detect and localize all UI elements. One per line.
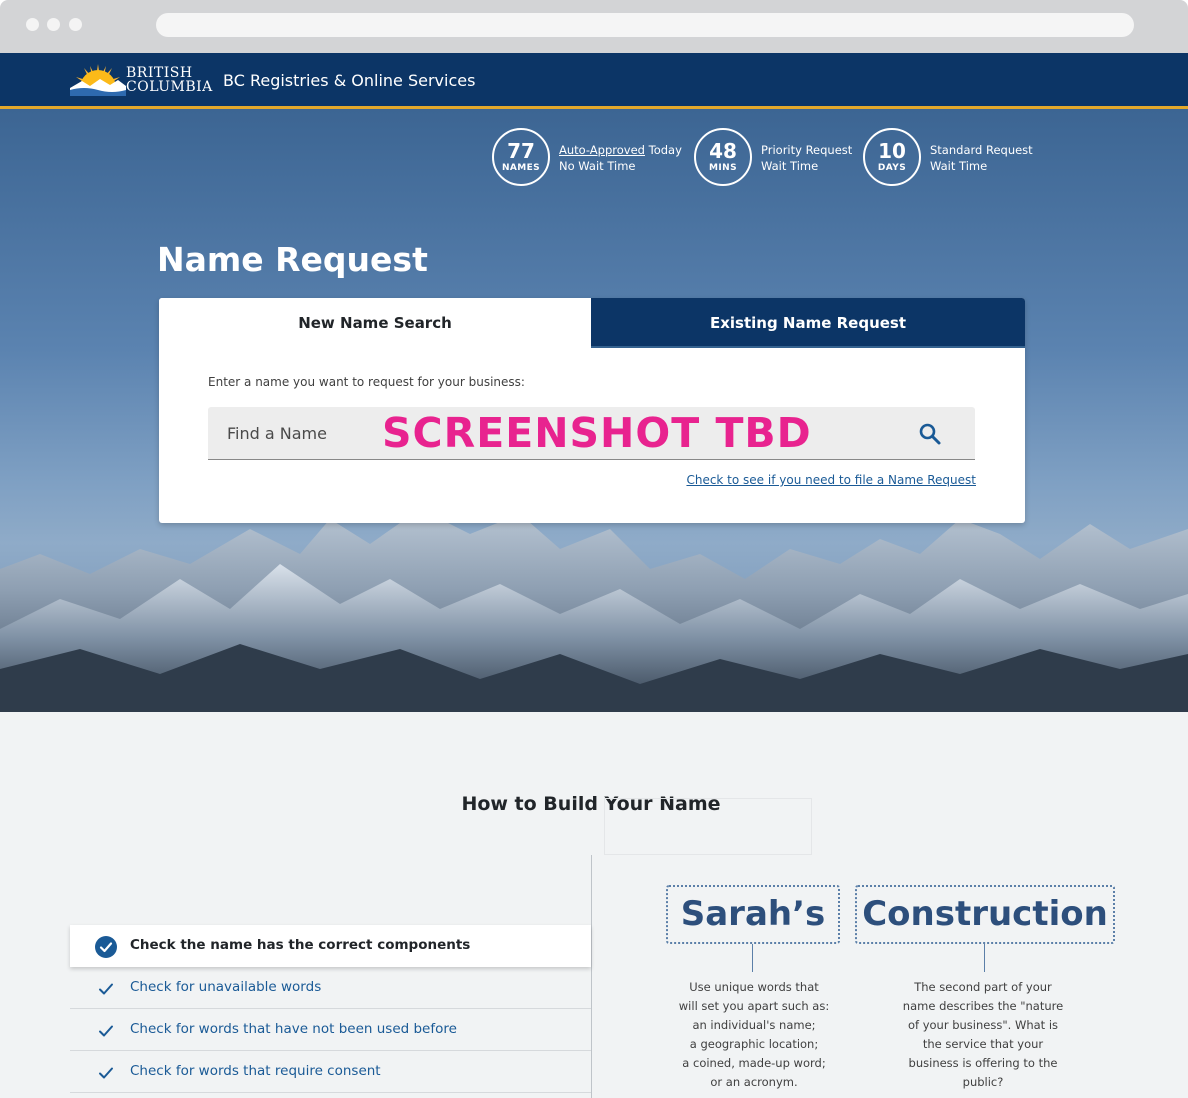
search-input[interactable]	[208, 407, 908, 460]
logo-text: BRITISH COLUMBIA	[126, 66, 213, 94]
logo-line-1: BRITISH	[126, 65, 193, 81]
bc-logo[interactable]: BRITISH COLUMBIA	[70, 60, 213, 102]
tab-new-name-search[interactable]: New Name Search	[159, 298, 591, 348]
check-item-unavailable[interactable]: Check for unavailable words	[70, 967, 591, 1009]
desc-line: The second part of your	[914, 980, 1052, 994]
distinctive-connector-line	[752, 944, 753, 972]
search-icon[interactable]	[918, 422, 942, 446]
check-item-label: Check for words that have not been used …	[130, 1021, 457, 1037]
example-descriptive-word: Construction	[855, 885, 1115, 944]
name-search-card: New Name Search Existing Name Request En…	[159, 298, 1025, 523]
check-name-request-link[interactable]: Check to see if you need to file a Name …	[686, 473, 976, 487]
auto-approved-link[interactable]: Auto-Approved	[559, 143, 645, 157]
stat-unit: NAMES	[501, 163, 541, 173]
checkmark-icon	[99, 1025, 113, 1037]
desc-line: will set you apart such as:	[678, 999, 830, 1013]
checkmark-icon	[99, 983, 113, 995]
stat-number: 48	[709, 139, 737, 163]
desc-line: Use unique words that	[689, 980, 819, 994]
stat-number: 77	[507, 139, 535, 163]
section-divider	[591, 855, 592, 1098]
descriptive-description: The second part of your name describes t…	[880, 978, 1086, 1092]
desc-line: of your business". What is	[907, 1018, 1059, 1032]
address-bar[interactable]	[156, 13, 1134, 37]
page-title: Name Request	[157, 240, 428, 279]
desc-line: a coined, made-up word;	[682, 1056, 826, 1070]
stat-text: Priority Request Wait Time	[761, 142, 852, 174]
stat-unit: MINS	[709, 163, 737, 173]
desc-line: or an acronym.	[710, 1075, 798, 1089]
stat-circle: 48 MINS	[694, 128, 752, 186]
check-item-components[interactable]: Check the name has the correct component…	[70, 925, 591, 967]
browser-chrome	[0, 0, 1188, 53]
site-header: BRITISH COLUMBIA BC Registries & Online …	[0, 53, 1188, 109]
stat-line-1: Today	[644, 143, 682, 157]
window-maximize-dot[interactable]	[69, 18, 82, 31]
check-item-consent[interactable]: Check for words that require consent	[70, 1051, 591, 1093]
stat-line-2: No Wait Time	[559, 159, 636, 173]
search-label: Enter a name you want to request for you…	[208, 375, 525, 389]
desc-line: a geographic location;	[689, 1037, 819, 1051]
checkmark-icon	[99, 1067, 113, 1079]
bc-sun-icon	[70, 64, 126, 96]
desc-line: the service that your	[922, 1037, 1044, 1051]
header-title[interactable]: BC Registries & Online Services	[223, 71, 475, 90]
stat-line-2: Wait Time	[930, 159, 988, 173]
build-your-name-section: How to Build Your Name Check the name ha…	[0, 712, 1188, 1098]
stat-line-1: Priority Request	[761, 143, 853, 157]
hero-section: 77 NAMES Auto-Approved Today No Wait Tim…	[0, 109, 1188, 712]
desc-line: an individual's name;	[692, 1018, 816, 1032]
desc-line: business is offering to the	[908, 1056, 1058, 1070]
desc-line: public?	[962, 1075, 1004, 1089]
stat-text: Auto-Approved Today No Wait Time	[559, 142, 682, 174]
example-distinctive-word: Sarah’s	[666, 885, 840, 944]
stat-text: Standard Request Wait Time	[930, 142, 1033, 174]
logo-line-2: COLUMBIA	[126, 79, 213, 95]
stat-line-1: Standard Request	[930, 143, 1033, 157]
window-minimize-dot[interactable]	[47, 18, 60, 31]
window-close-dot[interactable]	[26, 18, 39, 31]
desc-line: name describes the "nature	[902, 999, 1064, 1013]
check-item-label: Check the name has the correct component…	[130, 937, 471, 953]
build-section-title: How to Build Your Name	[461, 793, 721, 815]
placeholder-box	[604, 798, 812, 855]
distinctive-description: Use unique words that will set you apart…	[654, 978, 854, 1092]
stat-number: 10	[878, 139, 906, 163]
descriptive-connector-line	[984, 944, 985, 972]
stat-circle: 77 NAMES	[492, 128, 550, 186]
stat-unit: DAYS	[877, 163, 907, 173]
check-item-not-used[interactable]: Check for words that have not been used …	[70, 1009, 591, 1051]
check-circle-icon	[95, 936, 117, 958]
search-field: SCREENSHOT TBD	[208, 407, 975, 460]
check-item-label: Check for unavailable words	[130, 979, 322, 995]
stat-circle: 10 DAYS	[863, 128, 921, 186]
check-item-label: Check for words that require consent	[130, 1063, 381, 1079]
stat-line-2: Wait Time	[761, 159, 819, 173]
tab-existing-name-request[interactable]: Existing Name Request	[591, 298, 1025, 348]
